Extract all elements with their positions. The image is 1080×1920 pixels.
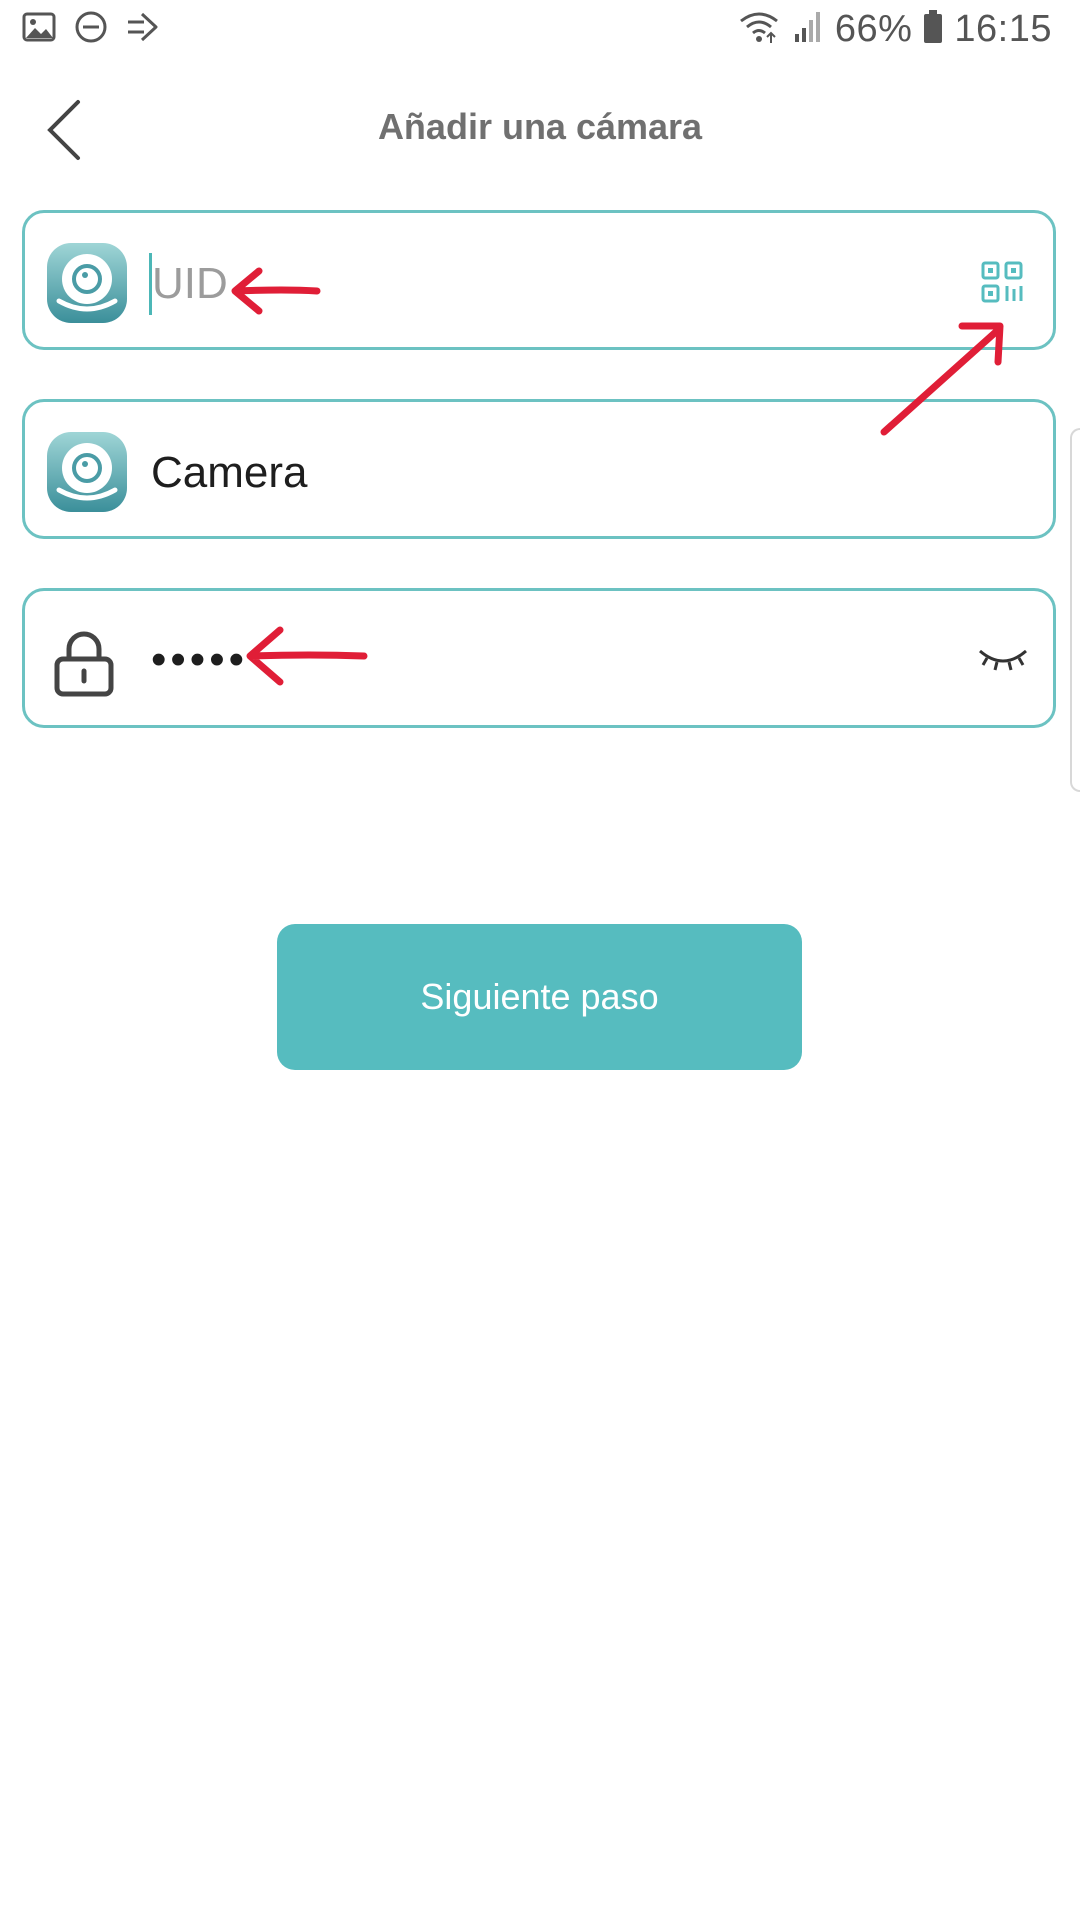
annotation-arrow-uid	[231, 267, 321, 315]
eye-closed-icon	[979, 649, 1027, 671]
wifi-icon	[737, 9, 781, 50]
toggle-password-visibility[interactable]	[977, 643, 1029, 675]
battery-icon	[922, 9, 944, 50]
camera-icon	[45, 241, 129, 325]
battery-percent: 66%	[834, 8, 913, 50]
signal-icon	[791, 10, 825, 49]
annotation-arrow-password	[246, 626, 368, 686]
status-bar: 66% 16:15	[0, 0, 1080, 64]
camera-name-input[interactable]	[149, 442, 853, 504]
qr-scan-button[interactable]	[981, 261, 1023, 303]
annotation-arrow-qr	[880, 322, 1004, 436]
clock: 16:15	[954, 8, 1052, 50]
status-right: 66% 16:15	[737, 8, 1052, 51]
page-title: Añadir una cámara	[377, 106, 703, 147]
dnd-icon	[74, 10, 108, 49]
next-step-button[interactable]: Siguiente paso	[277, 924, 802, 1070]
app-header: Añadir una cámara	[0, 64, 1080, 194]
qr-code-icon	[981, 261, 1023, 303]
gallery-icon	[22, 12, 56, 47]
camera-icon	[45, 430, 129, 514]
scroll-edge-handle[interactable]	[1070, 428, 1080, 792]
lock-icon	[53, 629, 115, 697]
password-field[interactable]	[22, 588, 1056, 728]
forward-icon	[126, 10, 162, 49]
status-left-icons	[22, 10, 162, 49]
